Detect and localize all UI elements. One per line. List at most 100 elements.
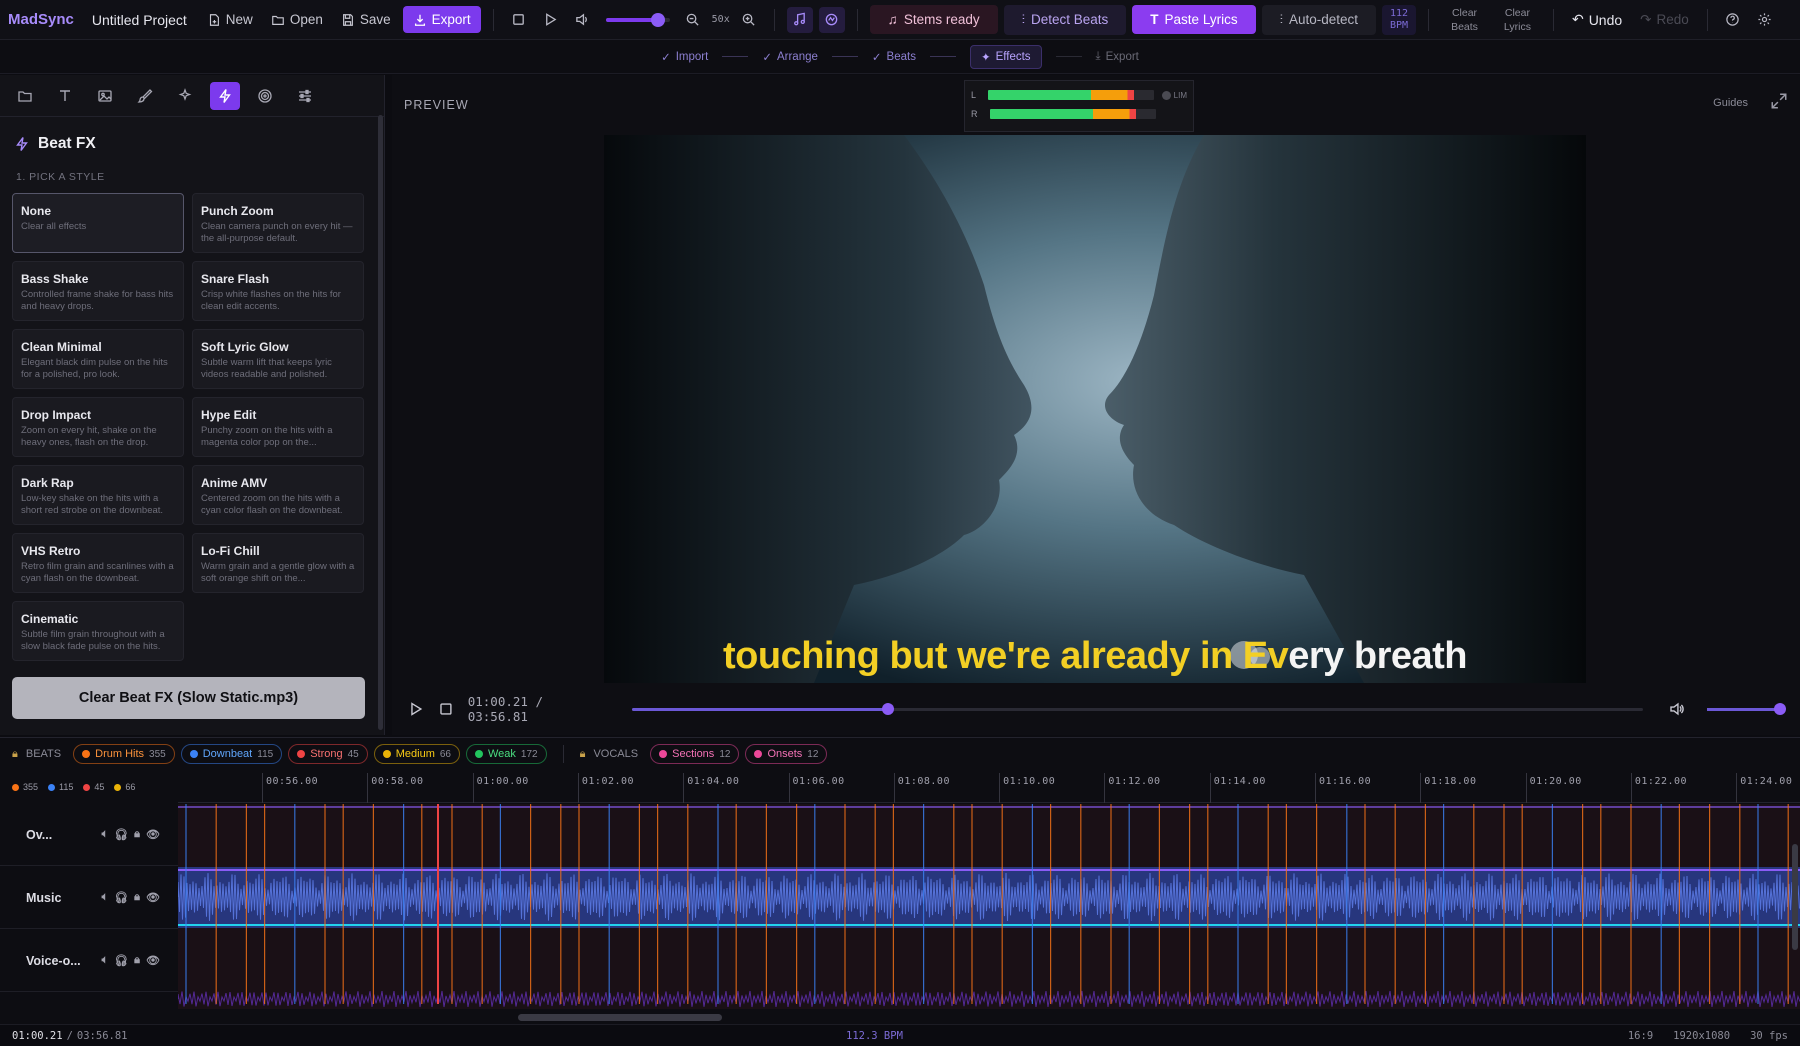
play-icon[interactable] <box>408 701 424 717</box>
timeline-horizontal-scrollbar[interactable] <box>518 1014 722 1021</box>
mute-icon[interactable]: 🔈︎ <box>102 828 109 841</box>
chip-downbeat[interactable]: Downbeat 115 <box>180 744 283 764</box>
mute-icon[interactable]: 🔈︎ <box>102 891 109 904</box>
step-label: Import <box>675 50 709 63</box>
preview-volume-knob[interactable] <box>1774 702 1787 715</box>
new-button[interactable]: New <box>201 7 259 32</box>
chip-medium[interactable]: Medium 66 <box>373 744 460 764</box>
headphones-icon[interactable]: 🎧︎ <box>114 954 128 967</box>
auto-label: Auto-detect <box>1288 12 1358 27</box>
style-card-lo-fi-chill[interactable]: Lo-Fi Chill Warm grain and a gentle glow … <box>192 533 364 593</box>
detect-beats-button[interactable]: ⫶ Detect Beats <box>1003 4 1127 35</box>
eye-icon[interactable]: 👁︎ <box>146 954 160 967</box>
style-card-soft-lyric-glow[interactable]: Soft Lyric Glow Subtle warm lift that kee… <box>192 329 364 389</box>
step-import[interactable]: ✓ Import <box>661 50 708 64</box>
style-card-vhs-retro[interactable]: VHS Retro Retro film grain and scanlines … <box>12 533 184 593</box>
chip-drum-hits[interactable]: Drum Hits 355 <box>73 744 175 764</box>
zoom-in-icon[interactable] <box>736 7 762 33</box>
chip-sections[interactable]: Sections 12 <box>650 744 740 764</box>
export-label: Export <box>431 12 471 27</box>
seek-bar[interactable] <box>631 702 1643 715</box>
volume-slider-knob[interactable] <box>651 12 666 27</box>
style-card-bass-shake[interactable]: Bass Shake Controlled frame shake for bas… <box>12 261 184 321</box>
zoom-out-icon[interactable] <box>680 7 706 33</box>
volume-slider[interactable] <box>605 12 670 27</box>
step-beats[interactable]: ✓ Beats <box>872 50 916 64</box>
time-ruler[interactable]: 00:56.00 00:58.00 01:00.00 01:02.00 01:04.00… <box>178 773 1800 803</box>
style-card-dark-rap[interactable]: Dark Rap Low-key shake on the hits with a… <box>12 465 184 525</box>
undo-button[interactable]: ↶ Undo <box>1566 6 1628 33</box>
check-icon: ✓ <box>871 51 882 64</box>
chip-strong[interactable]: Strong 45 <box>288 744 368 764</box>
settings-gear-icon[interactable] <box>1752 7 1778 33</box>
style-card-clean-minimal[interactable]: Clean Minimal Elegant black dim pulse on … <box>12 329 184 389</box>
play-icon[interactable] <box>538 7 564 33</box>
auto-detect-button[interactable]: ⫶ Auto-detect <box>1261 4 1376 35</box>
eye-icon[interactable]: 👁︎ <box>146 891 160 904</box>
chip-weak[interactable]: Weak 172 <box>466 744 547 764</box>
stop-icon[interactable] <box>506 7 532 33</box>
magic-wand-icon[interactable] <box>170 82 200 110</box>
preview-volume-fill <box>1706 707 1781 711</box>
paste-lyrics-button[interactable]: T Paste Lyrics <box>1132 5 1256 34</box>
eye-icon[interactable]: 👁︎ <box>146 828 160 841</box>
headphones-icon[interactable]: 🎧︎ <box>114 891 128 904</box>
clear-beat-fx-button[interactable]: Clear Beat FX (Slow Static.mp3) <box>12 677 365 719</box>
sliders-icon[interactable] <box>290 82 320 110</box>
seek-bar-knob[interactable] <box>882 702 895 715</box>
expand-icon[interactable] <box>1770 92 1788 110</box>
brush-icon[interactable] <box>130 82 160 110</box>
style-card-snare-flash[interactable]: Snare Flash Crisp white flashes on the hi… <box>192 261 364 321</box>
track-header-voiceover[interactable]: Voice-o... 🔈︎ 🎧︎ 🔒︎ 👁︎ <box>0 930 178 992</box>
open-button[interactable]: Open <box>265 7 329 32</box>
chip-count: 45 <box>347 748 359 760</box>
project-title[interactable]: Untitled Project <box>92 12 187 28</box>
lock-icon[interactable]: 🔒︎ <box>134 828 140 841</box>
stop-icon[interactable] <box>438 701 454 717</box>
style-card-punch-zoom[interactable]: Punch Zoom Clean camera punch on every hi… <box>192 193 364 253</box>
save-label: Save <box>359 12 391 27</box>
step-export[interactable]: ⤓ Export <box>1096 50 1139 63</box>
preview-volume-slider[interactable] <box>1706 702 1787 715</box>
volume-icon[interactable] <box>1669 701 1685 717</box>
save-button[interactable]: Save <box>335 7 397 32</box>
mute-icon[interactable]: 🔈︎ <box>102 954 109 967</box>
panel-scrollbar[interactable] <box>378 115 383 730</box>
clear-beats-button[interactable]: Clear Beats <box>1441 6 1488 34</box>
clear-lyrics-button[interactable]: Clear Lyrics <box>1494 6 1541 34</box>
folder-icon[interactable] <box>10 82 40 110</box>
help-icon[interactable] <box>1720 7 1746 33</box>
music-note-icon[interactable] <box>786 6 813 33</box>
redo-label: Redo <box>1656 12 1689 27</box>
text-tool-icon[interactable] <box>50 82 80 110</box>
lightning-icon[interactable] <box>210 81 240 110</box>
style-card-anime-amv[interactable]: Anime AMV Centered zoom on the hits with … <box>192 465 364 525</box>
track-header-music[interactable]: Music 🔈︎ 🎧︎ 🔒︎ 👁︎ <box>0 867 178 929</box>
headphones-icon[interactable]: 🎧︎ <box>114 828 128 841</box>
guides-toggle[interactable]: Guides <box>1713 97 1748 109</box>
export-button[interactable]: Export <box>402 6 481 33</box>
lock-icon[interactable]: 🔒︎ <box>580 748 586 761</box>
mini-count-dot <box>83 783 91 791</box>
chip-onsets[interactable]: Onsets 12 <box>745 744 828 764</box>
redo-button[interactable]: ↷ Redo <box>1634 7 1695 33</box>
divider <box>773 8 775 31</box>
style-name: Hype Edit <box>201 408 257 422</box>
style-card-none[interactable]: None Clear all effects <box>12 193 184 253</box>
track-header-overlay[interactable]: Ov... 🔈︎ 🎧︎ 🔒︎ 👁︎ <box>0 804 178 866</box>
stems-ready-button[interactable]: ♫ Stems ready <box>869 5 998 34</box>
step-arrange[interactable]: ✓ Arrange <box>762 50 818 64</box>
sync-icon[interactable] <box>818 6 845 33</box>
style-card-cinematic[interactable]: Cinematic Subtle film grain throughout wi… <box>12 601 184 661</box>
target-icon[interactable] <box>250 82 280 110</box>
style-card-drop-impact[interactable]: Drop Impact Zoom on every hit, shake on t… <box>12 397 184 457</box>
lock-icon[interactable]: 🔒︎ <box>134 891 140 904</box>
style-card-hype-edit[interactable]: Hype Edit Punchy zoom on the hits with a … <box>192 397 364 457</box>
mini-count-dot <box>12 783 19 791</box>
volume-icon[interactable] <box>570 7 596 33</box>
timeline-vertical-scrollbar[interactable] <box>1792 844 1798 950</box>
image-icon[interactable] <box>90 82 120 110</box>
lock-icon[interactable]: 🔒︎ <box>134 954 140 967</box>
step-effects[interactable]: ✦ Effects <box>969 44 1042 69</box>
lock-icon[interactable]: 🔒︎ <box>12 748 18 761</box>
